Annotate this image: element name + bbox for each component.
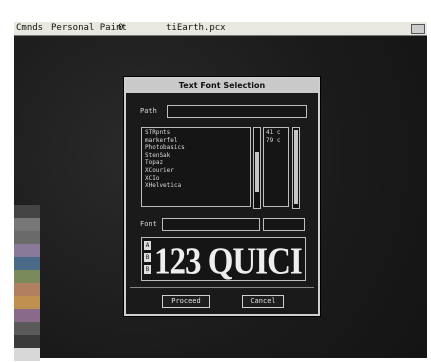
size-list[interactable]: 41 c 79 c — [263, 127, 289, 207]
list-item[interactable]: markerfel — [145, 137, 247, 145]
palette-swatch[interactable] — [14, 218, 40, 231]
path-input[interactable] — [167, 105, 307, 118]
menu-bar: Cmnds Personal Paint 0 tiEarth.pcx — [14, 22, 427, 36]
palette-swatch[interactable] — [14, 231, 40, 244]
list-item[interactable]: STRpnts — [145, 129, 247, 137]
size-list-scrollbar[interactable] — [292, 127, 300, 209]
color-palette — [14, 205, 40, 361]
palette-swatch[interactable] — [14, 205, 40, 218]
screen-frame: Cmnds Personal Paint 0 tiEarth.pcx Text … — [0, 0, 431, 362]
list-item[interactable]: XCourier — [145, 167, 247, 175]
text-font-dialog: Text Font Selection Path STRpnts markerf… — [124, 77, 320, 316]
font-label: Font — [140, 220, 157, 228]
preview-side-mark: B — [144, 265, 151, 274]
palette-swatch[interactable] — [14, 270, 40, 283]
path-label: Path — [140, 107, 157, 115]
dialog-title: Text Font Selection — [126, 79, 318, 93]
menu-cmnds[interactable]: Cmnds — [16, 22, 43, 35]
scroll-thumb[interactable] — [294, 130, 298, 204]
list-item[interactable]: Photobasics — [145, 144, 247, 152]
list-item[interactable]: XCIo — [145, 175, 247, 183]
preview-text: 123 QUICI — [154, 241, 303, 281]
proceed-button[interactable]: Proceed — [162, 295, 210, 308]
palette-swatch[interactable] — [14, 322, 40, 335]
palette-swatch[interactable] — [14, 348, 40, 361]
menu-app-title: Personal Paint — [51, 23, 127, 33]
preview-side-mark: A — [144, 241, 151, 250]
cancel-button[interactable]: Cancel — [242, 295, 284, 308]
menu-file-name: tiEarth.pcx — [166, 23, 226, 33]
palette-swatch[interactable] — [14, 309, 40, 322]
palette-swatch[interactable] — [14, 296, 40, 309]
scroll-thumb[interactable] — [255, 152, 259, 192]
depth-gadget-icon[interactable] — [411, 24, 425, 34]
divider — [130, 287, 314, 288]
list-item[interactable]: StenSak — [145, 152, 247, 160]
palette-swatch[interactable] — [14, 283, 40, 296]
palette-swatch[interactable] — [14, 244, 40, 257]
palette-swatch[interactable] — [14, 257, 40, 270]
list-item[interactable]: 79 c — [266, 137, 286, 145]
list-item[interactable]: Topaz — [145, 159, 247, 167]
menu-page-number: 0 — [118, 23, 124, 33]
font-list-scrollbar[interactable] — [253, 127, 261, 209]
list-item[interactable]: XHelvetica — [145, 182, 247, 190]
font-preview: A B B 123 QUICI — [141, 237, 306, 281]
font-name-input[interactable] — [162, 218, 260, 231]
font-size-input[interactable] — [263, 218, 305, 231]
font-list[interactable]: STRpnts markerfel Photobasics StenSak To… — [141, 127, 251, 207]
preview-side-mark: B — [144, 253, 151, 262]
list-item[interactable]: 41 c — [266, 129, 286, 137]
palette-swatch[interactable] — [14, 335, 40, 348]
